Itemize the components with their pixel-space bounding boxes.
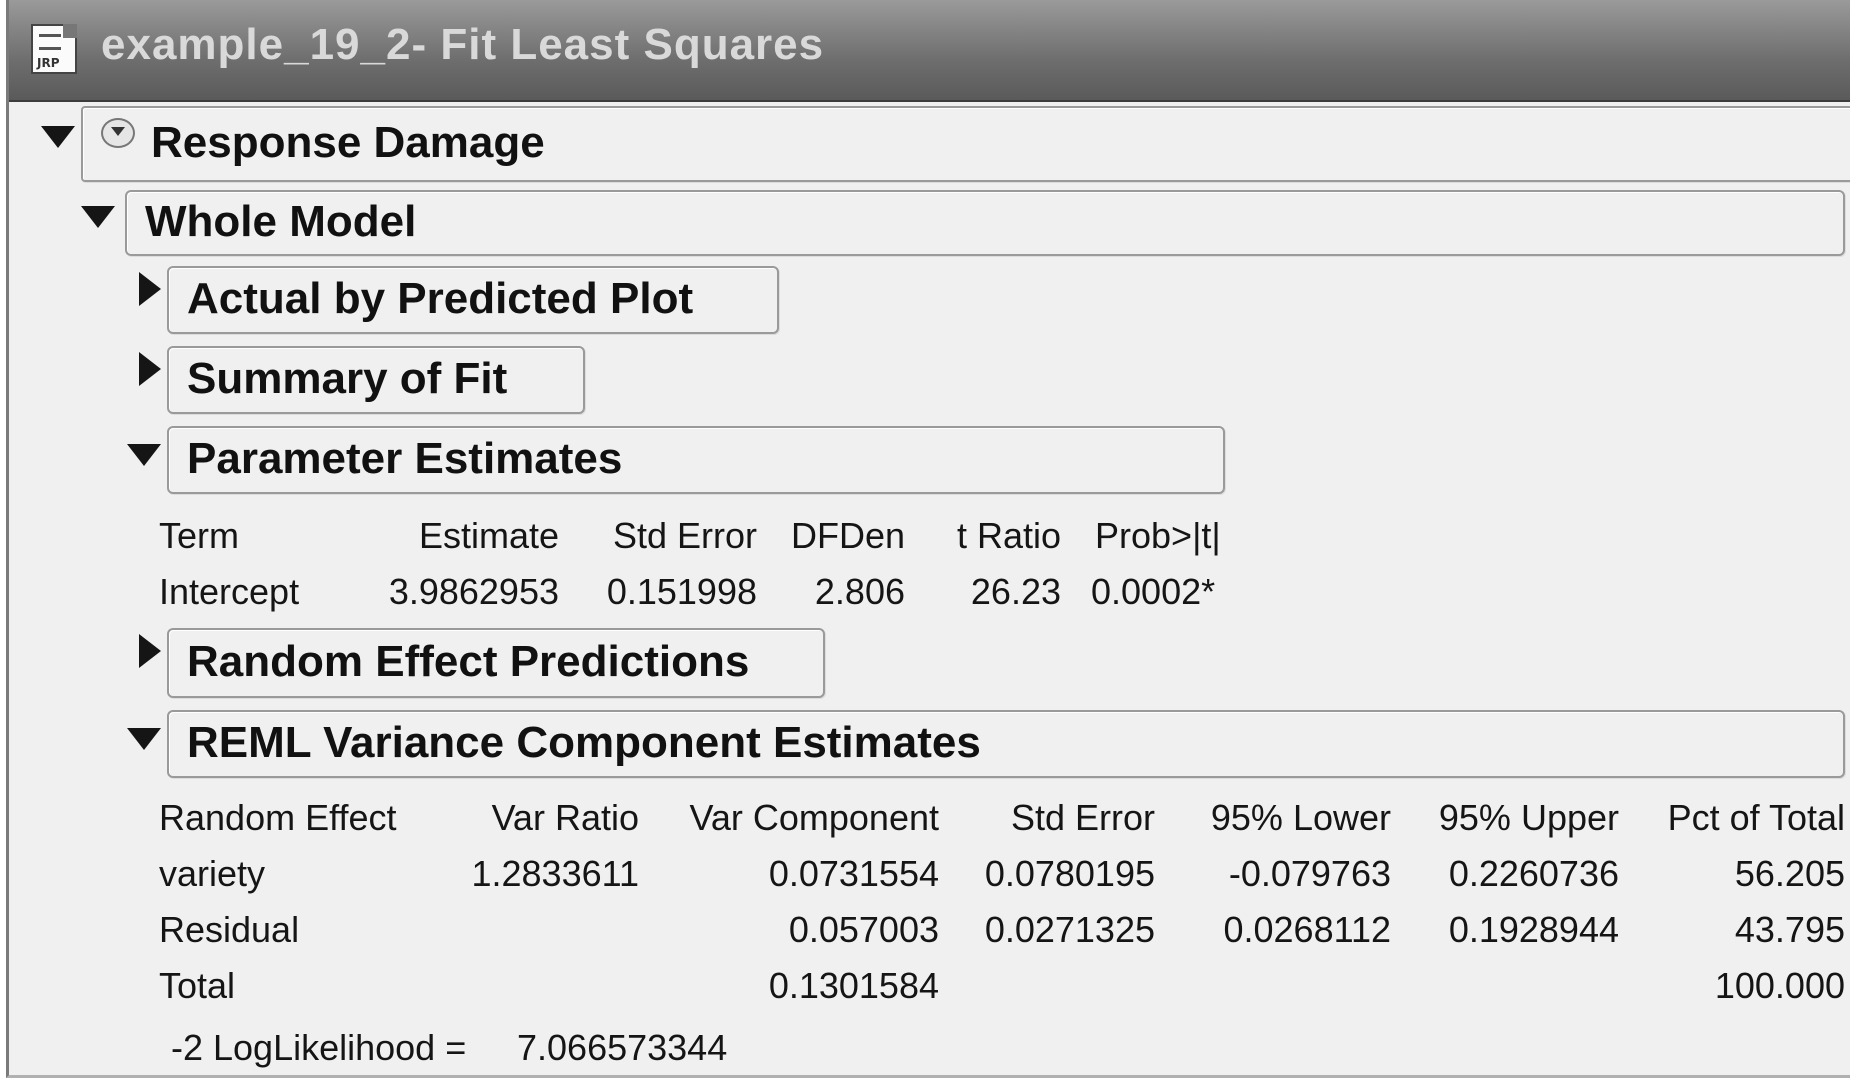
parameter-estimates-title: Parameter Estimates — [187, 434, 623, 483]
disclosure-reml-icon[interactable] — [127, 728, 161, 750]
disclosure-response-icon[interactable] — [41, 126, 75, 148]
jmp-file-icon: JRP — [31, 24, 77, 74]
random-effect-predictions-title: Random Effect Predictions — [187, 637, 750, 686]
table-cell: 0.1301584 — [768, 965, 939, 1006]
report-window: JRP example_19_2- Fit Least Squares Resp… — [6, 0, 1850, 1078]
table-cell: 3.9862953 — [388, 571, 559, 612]
column-header: Pct of Total — [1667, 797, 1845, 838]
random-effect-predictions-outline[interactable]: Random Effect Predictions — [167, 628, 825, 698]
table-cell: -0.079763 — [1228, 853, 1391, 894]
table-cell: 0.2260736 — [1448, 853, 1619, 894]
table-cell: Intercept — [159, 571, 300, 612]
column-header: 95% Upper — [1438, 797, 1619, 838]
table-cell: 1.2833611 — [471, 853, 639, 894]
column-header: Std Error — [612, 515, 757, 556]
jmp-file-icon-label: JRP — [37, 56, 60, 70]
red-triangle-menu-icon[interactable] — [101, 118, 135, 148]
table-cell: 2.806 — [814, 571, 905, 612]
disclosure-whole-model-icon[interactable] — [81, 206, 115, 228]
disclosure-summary-of-fit-icon[interactable] — [139, 352, 161, 386]
column-header: 95% Lower — [1210, 797, 1391, 838]
column-header: Var Ratio — [491, 797, 639, 838]
loglikelihood-value: 7.066573344 — [517, 1027, 728, 1068]
table-cell: 0.0731554 — [768, 853, 939, 894]
table-cell: 0.0780195 — [984, 853, 1155, 894]
actual-by-predicted-title: Actual by Predicted Plot — [187, 274, 694, 323]
response-outline[interactable]: Response Damage — [81, 106, 1850, 182]
column-header: DFDen — [790, 515, 905, 556]
whole-model-title: Whole Model — [145, 197, 417, 246]
table-cell: 0.057003 — [788, 909, 939, 950]
table-cell: 56.205 — [1734, 853, 1845, 894]
whole-model-outline[interactable]: Whole Model — [125, 190, 1845, 256]
column-header: Term — [159, 515, 239, 556]
window-title: example_19_2- Fit Least Squares — [101, 20, 825, 69]
table-cell: 100.000 — [1714, 965, 1845, 1006]
table-cell: 0.0002* — [1091, 571, 1216, 612]
parameter-estimates-outline[interactable]: Parameter Estimates — [167, 426, 1225, 494]
column-header: Std Error — [1010, 797, 1155, 838]
table-cell: 0.1928944 — [1448, 909, 1619, 950]
title-bar: JRP example_19_2- Fit Least Squares — [9, 0, 1850, 102]
reml-outline[interactable]: REML Variance Component Estimates — [167, 710, 1845, 778]
actual-by-predicted-outline[interactable]: Actual by Predicted Plot — [167, 266, 779, 334]
table-cell: 0.0268112 — [1223, 909, 1391, 950]
table-cell: Total — [159, 965, 236, 1006]
table-cell: 43.795 — [1734, 909, 1845, 950]
disclosure-parameter-estimates-icon[interactable] — [127, 444, 161, 466]
table-cell: 0.0271325 — [984, 909, 1155, 950]
table-cell: Residual — [159, 909, 300, 950]
table-cell: 26.23 — [970, 571, 1061, 612]
summary-of-fit-title: Summary of Fit — [187, 354, 508, 403]
response-title: Response Damage — [151, 118, 545, 167]
disclosure-random-effect-predictions-icon[interactable] — [139, 634, 161, 668]
column-header: Var Component — [689, 797, 939, 838]
loglikelihood-label: -2 LogLikelihood = — [171, 1027, 467, 1068]
table-cell: variety — [159, 853, 266, 894]
disclosure-actual-by-predicted-icon[interactable] — [139, 272, 161, 306]
column-header: t Ratio — [956, 515, 1061, 556]
table-cell: 0.151998 — [606, 571, 757, 612]
column-header: Prob>|t| — [1095, 515, 1221, 556]
reml-title: REML Variance Component Estimates — [187, 718, 981, 767]
column-header: Estimate — [418, 515, 559, 556]
summary-of-fit-outline[interactable]: Summary of Fit — [167, 346, 585, 414]
column-header: Random Effect — [159, 797, 397, 838]
